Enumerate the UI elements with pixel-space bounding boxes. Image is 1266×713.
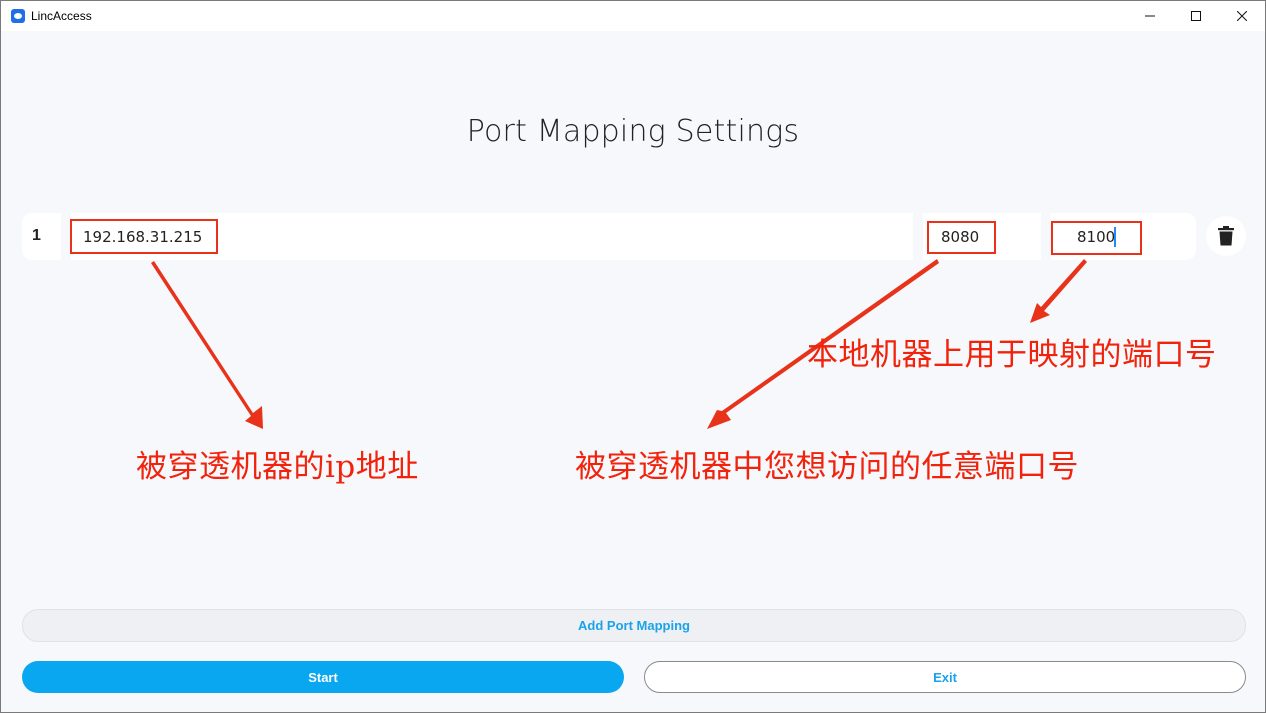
trash-icon [1218, 226, 1234, 246]
add-port-mapping-button[interactable]: Add Port Mapping [22, 609, 1246, 642]
row-separator [913, 213, 923, 260]
row-index: 1 [32, 227, 41, 244]
app-logo-icon [11, 9, 25, 23]
minimize-icon[interactable] [1127, 1, 1173, 31]
arrow-ip [151, 261, 263, 429]
title-bar: LincAccess [1, 1, 1265, 31]
window-title: LincAccess [31, 9, 92, 23]
page-title: Port Mapping Settings [466, 114, 800, 149]
exit-button[interactable]: Exit [644, 661, 1246, 693]
delete-row-button[interactable] [1206, 216, 1246, 256]
remote-port-annotation: 被穿透机器中您想访问的任意端口号 [575, 449, 1079, 485]
ip-annotation: 被穿透机器的ip地址 [136, 449, 419, 485]
local-port-annotation: 本地机器上用于映射的端口号 [807, 337, 1217, 373]
arrow-local-port [1030, 259, 1087, 323]
start-button[interactable]: Start [22, 661, 624, 693]
local-port-highlight-box [1051, 221, 1142, 255]
row-separator [1041, 213, 1051, 260]
close-icon[interactable] [1219, 1, 1265, 31]
remote-port-highlight-box [927, 221, 996, 254]
ip-highlight-box [70, 219, 218, 254]
window-controls [1127, 1, 1265, 31]
maximize-icon[interactable] [1173, 1, 1219, 31]
